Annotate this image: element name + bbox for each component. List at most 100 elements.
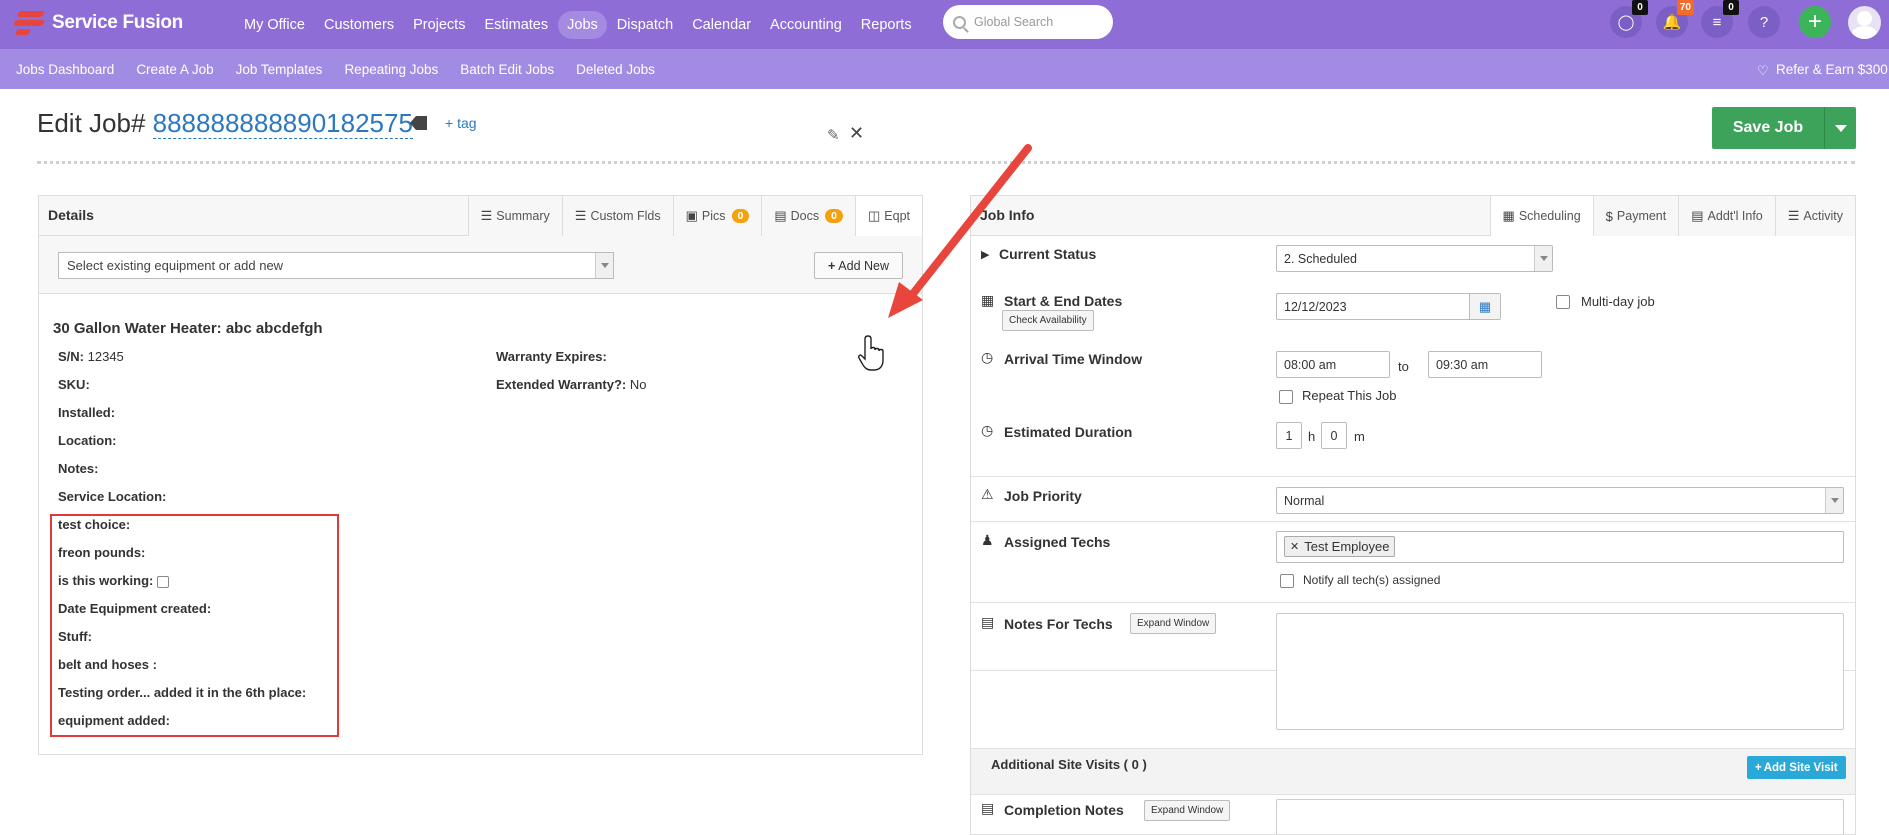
details-header: Details ☰ Summary ☰ Custom Flds ▣ Pics 0 ▤ Do… [39,196,922,236]
tasks-button[interactable]: ≡ 0 [1701,0,1739,38]
chat-button[interactable]: ◯ 0 [1610,0,1648,38]
current-status-select[interactable]: 2. Scheduled [1276,245,1553,272]
ext-warranty-label: Extended Warranty?: [496,377,627,392]
duration-minutes-input[interactable]: 0 [1321,422,1347,449]
global-search-input[interactable]: Global Search [943,5,1113,39]
main-nav: My Office Customers Projects Estimates J… [235,0,922,49]
tab-scheduling-label: Scheduling [1518,209,1581,223]
extended-warranty: Extended Warranty?: No [496,377,647,392]
sn-value: 12345 [87,349,124,364]
arrival-end-input[interactable]: 09:30 am [1428,351,1542,378]
multiday-checkbox[interactable] [1556,295,1570,309]
chevron-down-icon [1534,246,1552,271]
add-tag-link[interactable]: + tag [445,115,477,131]
expand-notes-button[interactable]: Expand Window [1130,613,1217,634]
caret-right-icon[interactable]: ▶ [981,248,989,261]
notes-for-techs-label: Notes For Techs [1004,616,1113,632]
equipment-installed: Installed: [58,405,115,420]
ext-warranty-value: No [629,377,647,392]
tab-pics[interactable]: ▣ Pics 0 [672,196,762,236]
multiday-label: Multi-day job [1581,294,1655,309]
equipment-select[interactable]: Select existing equipment or add new [58,252,614,279]
subnav-create-a-job[interactable]: Create A Job [136,62,213,77]
repeat-job-label: Repeat This Job [1302,388,1397,403]
current-status-value: 2. Scheduled [1284,251,1357,266]
subnav-repeating-jobs[interactable]: Repeating Jobs [344,62,438,77]
clipboard-icon: ▤ [1691,208,1704,223]
check-availability-button[interactable]: Check Availability [1002,310,1094,331]
camera-icon: ▣ [685,208,698,223]
save-job-button[interactable]: Save Job [1712,107,1856,149]
job-info-title: Job Info [980,207,1035,223]
quick-add-button[interactable]: + [1799,6,1831,38]
notify-techs-checkbox[interactable] [1280,574,1294,588]
job-priority-select[interactable]: Normal [1276,487,1844,514]
money-icon: $ [1605,208,1613,224]
tab-equipment-label: Eqpt [884,209,910,223]
job-number[interactable]: 888888888890182575 [152,108,413,139]
expand-completion-button[interactable]: Expand Window [1144,800,1231,821]
tab-summary[interactable]: ☰ Summary [467,196,562,236]
subnav-job-templates[interactable]: Job Templates [236,62,323,77]
start-date-input[interactable]: 12/12/2023 ▦ [1276,293,1501,320]
nav-accounting[interactable]: Accounting [761,11,851,39]
edit-pencil-icon[interactable]: ✎ [827,126,840,144]
add-new-equipment-button[interactable]: + Add New [814,252,903,279]
help-button[interactable]: ? [1748,6,1780,38]
duration-hours-input[interactable]: 1 [1276,422,1302,449]
tab-additional-info[interactable]: ▤ Addt'l Info [1678,196,1775,236]
job-priority-label: Job Priority [1004,488,1082,504]
nav-customers[interactable]: Customers [315,11,403,39]
notes-for-techs-textarea[interactable] [1276,613,1844,730]
subnav-batch-edit-jobs[interactable]: Batch Edit Jobs [460,62,554,77]
completion-notes-textarea[interactable] [1276,799,1844,834]
logo-icon [12,8,46,38]
nav-estimates[interactable]: Estimates [475,11,557,39]
service-fusion-logo[interactable]: Service Fusion [12,8,183,38]
nav-reports[interactable]: Reports [852,11,921,39]
calendar-icon: ▦ [981,292,995,308]
tab-custom-fields[interactable]: ☰ Custom Flds [561,196,673,236]
user-avatar[interactable] [1848,6,1881,39]
installed-label: Installed: [58,405,116,420]
calendar-icon: ▦ [1502,208,1515,223]
subnav-jobs-dashboard[interactable]: Jobs Dashboard [16,62,114,77]
current-status-label: Current Status [999,246,1097,262]
tab-custom-fields-label: Custom Flds [590,209,661,223]
notifications-button[interactable]: 🔔 70 [1656,0,1694,38]
tab-docs[interactable]: ▤ Docs 0 [761,196,855,236]
arrival-start-input[interactable]: 08:00 am [1276,351,1390,378]
clipboard-icon: ▤ [981,614,995,630]
start-date-value: 12/12/2023 [1284,299,1347,314]
add-site-visit-button[interactable]: + Add Site Visit [1747,756,1846,779]
arrival-to-label: to [1398,359,1409,374]
repeat-job-checkbox[interactable] [1279,390,1293,404]
tab-scheduling[interactable]: ▦ Scheduling [1489,196,1593,236]
calendar-picker-icon[interactable]: ▦ [1469,294,1500,319]
tab-activity[interactable]: ☰ Activity [1774,196,1855,236]
nav-my-office[interactable]: My Office [235,11,314,39]
arrival-window-label: Arrival Time Window [1004,351,1143,367]
divider [971,602,1855,603]
remove-tech-icon[interactable]: ✕ [1290,540,1299,553]
add-new-label: Add New [838,258,890,273]
duration-h-label: h [1308,429,1316,444]
subnav-deleted-jobs[interactable]: Deleted Jobs [576,62,655,77]
expand-window-label: Expand Window [1151,805,1224,816]
save-options-dropdown[interactable] [1824,107,1856,149]
tab-docs-label: Docs [790,209,820,223]
nav-jobs[interactable]: Jobs [558,10,607,39]
tab-summary-label: Summary [496,209,550,223]
refer-and-earn-link[interactable]: ♡ Refer & Earn $300 [1757,49,1888,89]
expand-window-label: Expand Window [1137,618,1210,629]
nav-dispatch[interactable]: Dispatch [608,11,682,39]
list-icon: ≡ [1712,13,1722,31]
nav-projects[interactable]: Projects [404,11,474,39]
plus-icon: + [1755,761,1762,774]
check-availability-label: Check Availability [1009,315,1087,326]
tab-payment[interactable]: $ Payment [1592,196,1679,236]
close-icon[interactable]: ✕ [849,123,864,144]
estimated-duration-label: Estimated Duration [1004,424,1133,440]
nav-calendar[interactable]: Calendar [683,11,760,39]
tab-equipment[interactable]: ◫ Eqpt [854,196,922,236]
